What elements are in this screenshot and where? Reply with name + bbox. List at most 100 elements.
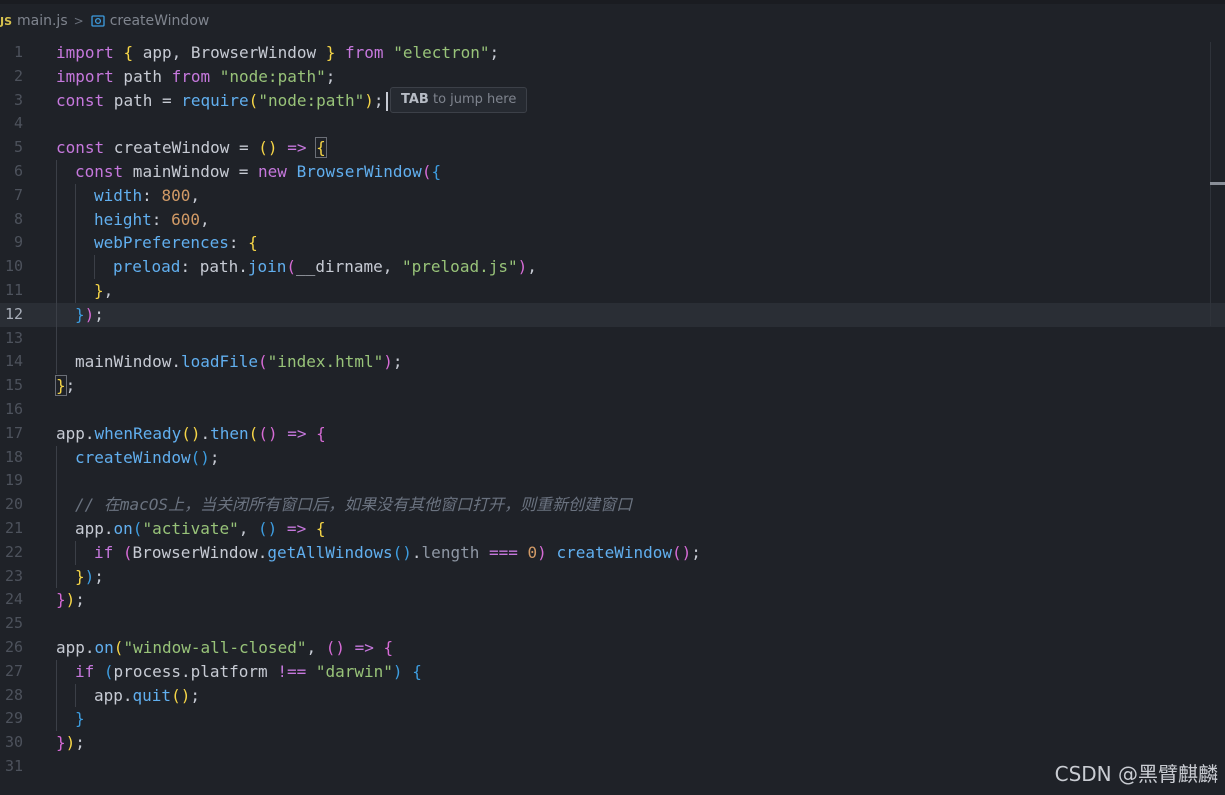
indent-guide [75, 183, 76, 208]
code-line[interactable]: 8 height: 600, [0, 207, 1225, 232]
indent-guide [56, 564, 57, 589]
token: } [75, 709, 85, 729]
indent-guide [56, 326, 57, 351]
token: ; [209, 447, 220, 467]
hint-text: to jump here [432, 91, 517, 107]
code-line[interactable]: 17 app.whenReady().then(() => { [0, 422, 1225, 446]
line-number: 28 [4, 685, 23, 704]
indent-guide [75, 207, 76, 232]
code-line[interactable]: 31 [0, 755, 1225, 779]
token: "node:path" [258, 90, 365, 110]
token: if [75, 661, 95, 681]
indent-guide [56, 183, 57, 208]
indent-guide [56, 445, 57, 470]
token: const [56, 138, 105, 158]
token: } [75, 304, 85, 324]
indent-guide [75, 255, 76, 279]
token: ; [489, 43, 500, 62]
breadcrumb-symbol[interactable]: createWindow [110, 13, 210, 29]
code-line[interactable]: 11}, [0, 278, 1225, 303]
line-number: 4 [13, 114, 23, 133]
token: width [94, 185, 143, 205]
code-line[interactable]: 22 if (BrowserWindow.getAllWindows().leng… [0, 540, 1225, 565]
code-line[interactable]: 6 const mainWindow = new BrowserWindow({ [0, 159, 1225, 184]
token: , [190, 185, 200, 205]
token: preload [113, 257, 181, 277]
code-line[interactable]: 1 import { app, BrowserWindow } from "ele… [0, 41, 1225, 65]
code-line[interactable]: 18 createWindow(); [0, 445, 1225, 470]
code-line[interactable]: 13 [0, 326, 1225, 351]
code-line[interactable]: 19 [0, 469, 1225, 494]
code-line[interactable]: 4 [0, 112, 1225, 136]
code-line[interactable]: 2 import path from "node:path"; [0, 65, 1225, 89]
code-line[interactable]: 15}; [0, 374, 1225, 398]
token: mainWindow. [75, 352, 181, 372]
code-line[interactable]: 26 app.on("window-all-closed", () => { [0, 636, 1225, 660]
breadcrumb-file[interactable]: main.js [17, 13, 68, 29]
indent-guide [56, 683, 57, 708]
code-line[interactable]: 27 if (process.platform !== "darwin") { [0, 659, 1225, 684]
token: , [306, 637, 326, 657]
token: app. [56, 637, 95, 657]
token: ) [364, 90, 374, 110]
line-number: 11 [4, 280, 23, 299]
chevron-right-icon: > [73, 14, 84, 28]
token: ) [84, 304, 95, 324]
token: ( [113, 637, 124, 657]
line-number: 29 [4, 709, 23, 728]
line-number: 15 [4, 376, 23, 395]
token: from [345, 43, 384, 62]
breadcrumb: JS main.js > createWindow [0, 9, 1225, 33]
code-comment: // 在macOS上，当关闭所有窗口后，如果没有其他窗口打开，则重新创建窗口 [75, 495, 633, 515]
token: createWindow = [104, 138, 259, 158]
code-line[interactable]: 20 // 在macOS上，当关闭所有窗口后，如果没有其他窗口打开，则重新创建窗口 [0, 493, 1225, 517]
token: createWindow [75, 447, 191, 467]
indent-guide [75, 231, 76, 256]
code-line[interactable]: 28 app.quit(); [0, 683, 1225, 708]
code-line[interactable]: 9 webPreferences: { [0, 231, 1225, 256]
code-line[interactable]: 24}); [0, 588, 1225, 612]
code-line[interactable]: 23}); [0, 564, 1225, 589]
token: ( [421, 161, 432, 181]
line-number: 5 [13, 138, 23, 157]
token: ( [103, 661, 114, 681]
code-line[interactable]: 3 const path = require("node:path"); TAB t… [0, 86, 1225, 113]
token: "activate" [142, 518, 239, 538]
token: ; [75, 733, 85, 753]
token: () [190, 447, 210, 467]
code-editor[interactable]: 1 import { app, BrowserWindow } from "ele… [0, 41, 1225, 779]
code-line-current[interactable]: 12}); [0, 302, 1225, 327]
code-line[interactable]: 21 app.on("activate", () => { [0, 516, 1225, 541]
code-line[interactable]: 16 [0, 398, 1225, 422]
token: "darwin" [315, 661, 393, 681]
indent-guide [56, 159, 57, 184]
token: new [258, 161, 287, 181]
token: => [345, 637, 384, 657]
token: => [277, 423, 317, 443]
line-number: 22 [4, 542, 23, 561]
indent-guide [75, 540, 76, 565]
token: const [75, 161, 124, 181]
line-number: 10 [4, 257, 23, 276]
token: "index.html" [267, 352, 384, 372]
token: ) [267, 423, 278, 443]
token: () [181, 423, 201, 443]
indent-guide [56, 516, 57, 541]
line-number: 17 [4, 423, 23, 442]
code-line[interactable]: 10 preload: path.join(__dirname, "preload… [0, 255, 1225, 279]
code-line[interactable]: 5 const createWindow = () => { [0, 136, 1225, 160]
token: 600 [171, 209, 200, 229]
code-line[interactable]: 30}); [0, 731, 1225, 755]
code-line[interactable]: 14 mainWindow.loadFile("index.html"); [0, 350, 1225, 375]
title-strip [0, 0, 1225, 4]
code-line[interactable]: 25 [0, 612, 1225, 636]
code-line[interactable]: 29} [0, 707, 1225, 732]
code-line[interactable]: 7 width: 800, [0, 183, 1225, 208]
indent-guide [56, 707, 57, 732]
token: ; [190, 685, 200, 705]
indent-guide [56, 302, 57, 327]
line-number: 12 [4, 304, 23, 323]
token: { [412, 661, 422, 681]
hint-key: TAB [401, 91, 429, 107]
token: 0 [527, 542, 538, 562]
